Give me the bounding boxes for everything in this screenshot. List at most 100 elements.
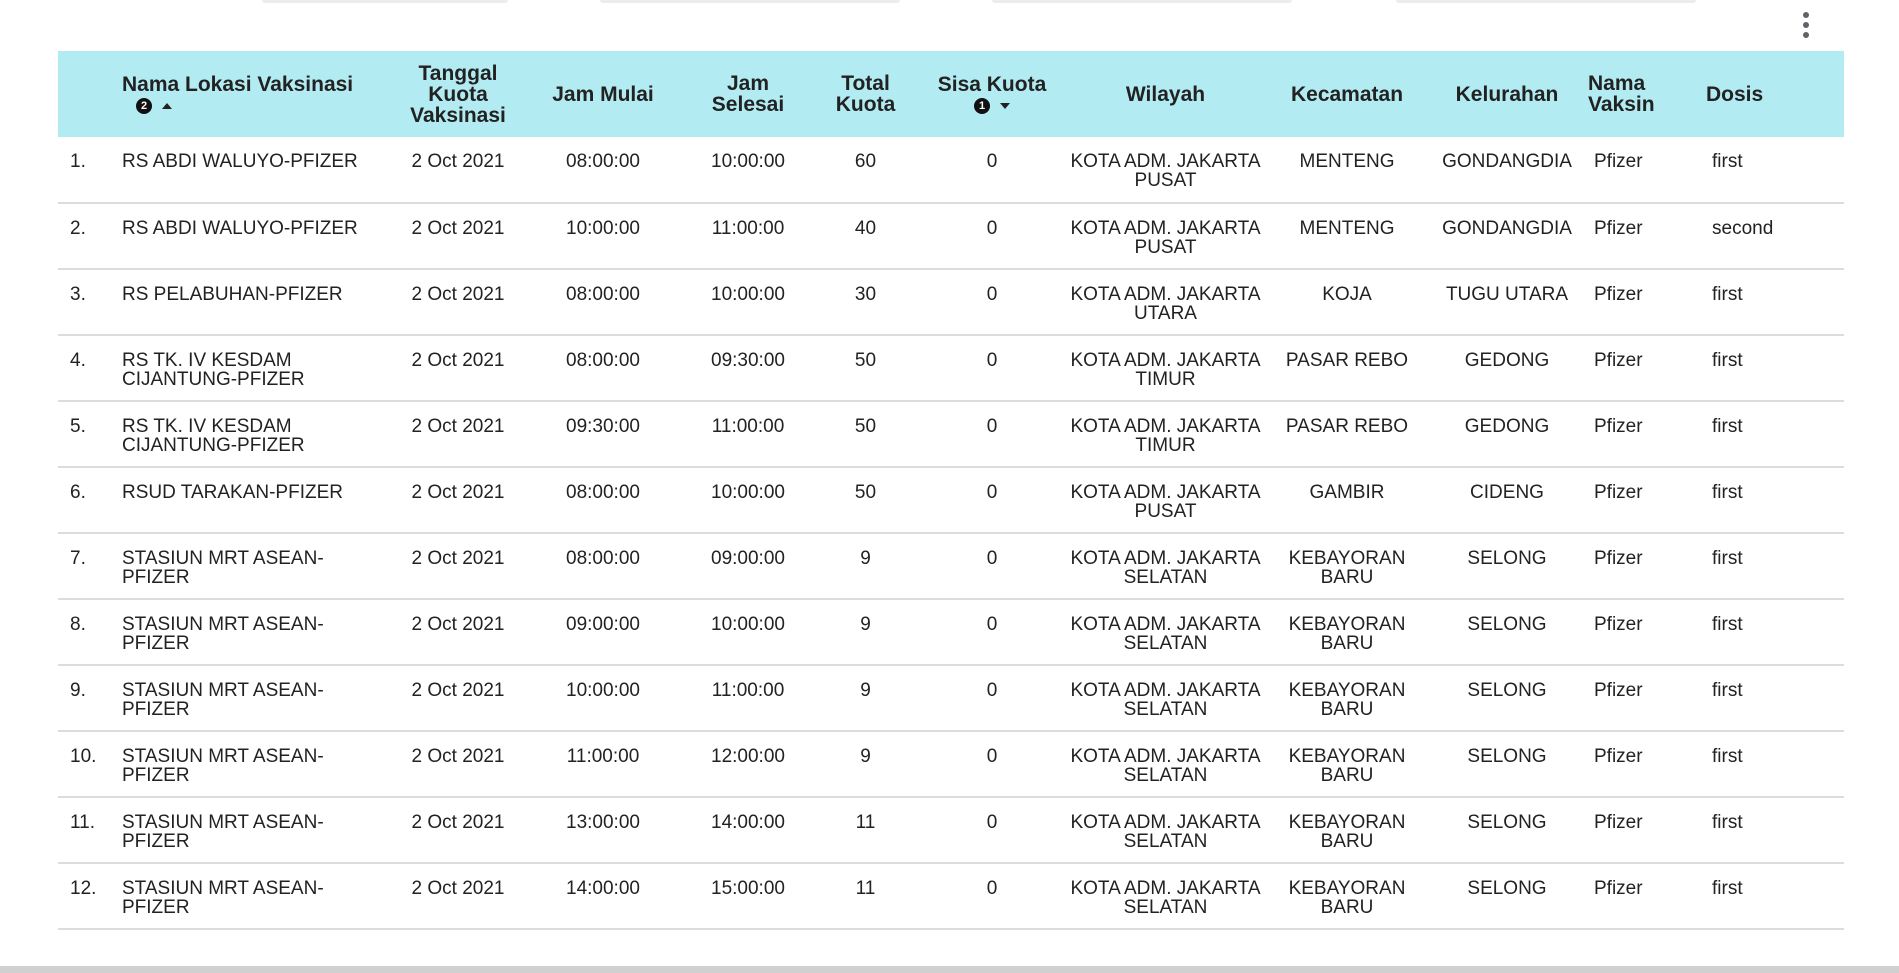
cell-dosis: first	[1706, 137, 1844, 204]
cell-total-kuota: 50	[810, 335, 921, 402]
table-header-row: Nama Lokasi Vaksinasi 2 Tanggal Kuota Va…	[58, 51, 1844, 137]
cell-nama-vaksin: Pfizer	[1588, 797, 1706, 864]
cell-jam-mulai: 08:00:00	[520, 533, 686, 600]
cell-jam-mulai: 14:00:00	[520, 863, 686, 930]
cell-dosis: first	[1706, 401, 1844, 468]
header-kelurahan[interactable]: Kelurahan	[1426, 51, 1588, 137]
filter-control[interactable]	[992, 0, 1292, 3]
table-row[interactable]: 9. STASIUN MRT ASEAN-PFIZER 2 Oct 2021 10:0…	[58, 665, 1844, 732]
cell-sisa-kuota: 0	[921, 203, 1063, 270]
cell-kecamatan: KEBAYORAN BARU	[1268, 599, 1426, 666]
cell-kelurahan: CIDENG	[1426, 467, 1588, 534]
cell-dosis: first	[1706, 269, 1844, 336]
sort-order-badge: 2	[136, 98, 152, 114]
header-jam-selesai[interactable]: Jam Selesai	[686, 51, 810, 137]
cell-tanggal: 2 Oct 2021	[396, 137, 520, 204]
header-nama-vaksin[interactable]: Nama Vaksin	[1588, 51, 1706, 137]
more-vert-icon[interactable]	[1796, 10, 1816, 40]
cell-nama-vaksin: Pfizer	[1588, 665, 1706, 732]
table-row[interactable]: 4. RS TK. IV KESDAM CIJANTUNG-PFIZER 2 Oct…	[58, 335, 1844, 402]
header-index	[58, 51, 122, 137]
header-dosis[interactable]: Dosis	[1706, 51, 1844, 137]
header-kecamatan[interactable]: Kecamatan	[1268, 51, 1426, 137]
cell-kecamatan: PASAR REBO	[1268, 335, 1426, 402]
cell-nama-lokasi: RS TK. IV KESDAM CIJANTUNG-PFIZER	[122, 401, 396, 468]
cell-jam-selesai: 09:30:00	[686, 335, 810, 402]
cell-total-kuota: 9	[810, 665, 921, 732]
filter-control[interactable]	[600, 0, 900, 3]
header-tanggal-label: Tanggal Kuota Vaksinasi	[410, 61, 506, 127]
cell-dosis: first	[1706, 533, 1844, 600]
header-nama-lokasi[interactable]: Nama Lokasi Vaksinasi 2	[122, 51, 396, 137]
cell-jam-mulai: 11:00:00	[520, 731, 686, 798]
cell-sisa-kuota: 0	[921, 533, 1063, 600]
row-number: 1.	[58, 137, 122, 204]
cell-kelurahan: SELONG	[1426, 797, 1588, 864]
cell-jam-selesai: 10:00:00	[686, 269, 810, 336]
cell-kelurahan: SELONG	[1426, 731, 1588, 798]
table-row[interactable]: 2. RS ABDI WALUYO-PFIZER 2 Oct 2021 10:00:0…	[58, 203, 1844, 270]
cell-dosis: first	[1706, 335, 1844, 402]
cell-nama-vaksin: Pfizer	[1588, 533, 1706, 600]
cell-tanggal: 2 Oct 2021	[396, 467, 520, 534]
cell-kelurahan: SELONG	[1426, 599, 1588, 666]
header-wilayah[interactable]: Wilayah	[1063, 51, 1268, 137]
cell-dosis: first	[1706, 863, 1844, 930]
cell-total-kuota: 50	[810, 467, 921, 534]
cell-total-kuota: 50	[810, 401, 921, 468]
cell-nama-lokasi: RS PELABUHAN-PFIZER	[122, 269, 396, 336]
table-row[interactable]: 6. RSUD TARAKAN-PFIZER 2 Oct 2021 08:00:00 1…	[58, 467, 1844, 534]
table-row[interactable]: 12. STASIUN MRT ASEAN-PFIZER 2 Oct 2021 14:…	[58, 863, 1844, 930]
cell-jam-selesai: 10:00:00	[686, 467, 810, 534]
cell-jam-mulai: 08:00:00	[520, 335, 686, 402]
cell-kecamatan: KEBAYORAN BARU	[1268, 665, 1426, 732]
cell-total-kuota: 40	[810, 203, 921, 270]
cell-nama-vaksin: Pfizer	[1588, 863, 1706, 930]
cell-tanggal: 2 Oct 2021	[396, 863, 520, 930]
cell-wilayah: KOTA ADM. JAKARTA SELATAN	[1063, 599, 1268, 666]
header-total-kuota[interactable]: Total Kuota	[810, 51, 921, 137]
filter-control[interactable]	[262, 0, 508, 3]
cell-kelurahan: GONDANGDIA	[1426, 203, 1588, 270]
header-sisa-kuota[interactable]: Sisa Kuota 1	[921, 51, 1063, 137]
header-tanggal[interactable]: Tanggal Kuota Vaksinasi	[396, 51, 520, 137]
cell-wilayah: KOTA ADM. JAKARTA PUSAT	[1063, 467, 1268, 534]
filter-control[interactable]	[1396, 0, 1696, 3]
row-number: 9.	[58, 665, 122, 732]
menu-dot	[1803, 32, 1809, 38]
cell-nama-lokasi: RSUD TARAKAN-PFIZER	[122, 467, 396, 534]
cell-tanggal: 2 Oct 2021	[396, 335, 520, 402]
header-total-kuota-label: Total Kuota	[835, 72, 896, 116]
cell-total-kuota: 60	[810, 137, 921, 204]
cell-jam-mulai: 09:00:00	[520, 599, 686, 666]
cell-wilayah: KOTA ADM. JAKARTA SELATAN	[1063, 863, 1268, 930]
header-wilayah-label: Wilayah	[1125, 82, 1206, 106]
cell-kelurahan: SELONG	[1426, 665, 1588, 732]
table-row[interactable]: 5. RS TK. IV KESDAM CIJANTUNG-PFIZER 2 Oct…	[58, 401, 1844, 468]
cell-jam-mulai: 10:00:00	[520, 665, 686, 732]
table-row[interactable]: 3. RS PELABUHAN-PFIZER 2 Oct 2021 08:00:00 1…	[58, 269, 1844, 336]
cell-wilayah: KOTA ADM. JAKARTA TIMUR	[1063, 335, 1268, 402]
table-row[interactable]: 1. RS ABDI WALUYO-PFIZER 2 Oct 2021 08:00:0…	[58, 137, 1844, 204]
cell-kecamatan: KEBAYORAN BARU	[1268, 533, 1426, 600]
cell-nama-lokasi: STASIUN MRT ASEAN-PFIZER	[122, 797, 396, 864]
cell-kelurahan: SELONG	[1426, 533, 1588, 600]
cell-total-kuota: 9	[810, 599, 921, 666]
cell-jam-mulai: 08:00:00	[520, 269, 686, 336]
table-row[interactable]: 10. STASIUN MRT ASEAN-PFIZER 2 Oct 2021 11:…	[58, 731, 1844, 798]
cell-jam-mulai: 09:30:00	[520, 401, 686, 468]
row-number: 2.	[58, 203, 122, 270]
cell-sisa-kuota: 0	[921, 467, 1063, 534]
header-jam-mulai[interactable]: Jam Mulai	[520, 51, 686, 137]
cell-nama-vaksin: Pfizer	[1588, 335, 1706, 402]
cell-total-kuota: 9	[810, 533, 921, 600]
header-kecamatan-label: Kecamatan	[1290, 82, 1404, 106]
table-row[interactable]: 8. STASIUN MRT ASEAN-PFIZER 2 Oct 2021 09:0…	[58, 599, 1844, 666]
cell-wilayah: KOTA ADM. JAKARTA UTARA	[1063, 269, 1268, 336]
cell-tanggal: 2 Oct 2021	[396, 533, 520, 600]
table-row[interactable]: 11. STASIUN MRT ASEAN-PFIZER 2 Oct 2021 13:…	[58, 797, 1844, 864]
cell-sisa-kuota: 0	[921, 599, 1063, 666]
row-number: 5.	[58, 401, 122, 468]
table-row[interactable]: 7. STASIUN MRT ASEAN-PFIZER 2 Oct 2021 08:0…	[58, 533, 1844, 600]
cell-jam-selesai: 15:00:00	[686, 863, 810, 930]
